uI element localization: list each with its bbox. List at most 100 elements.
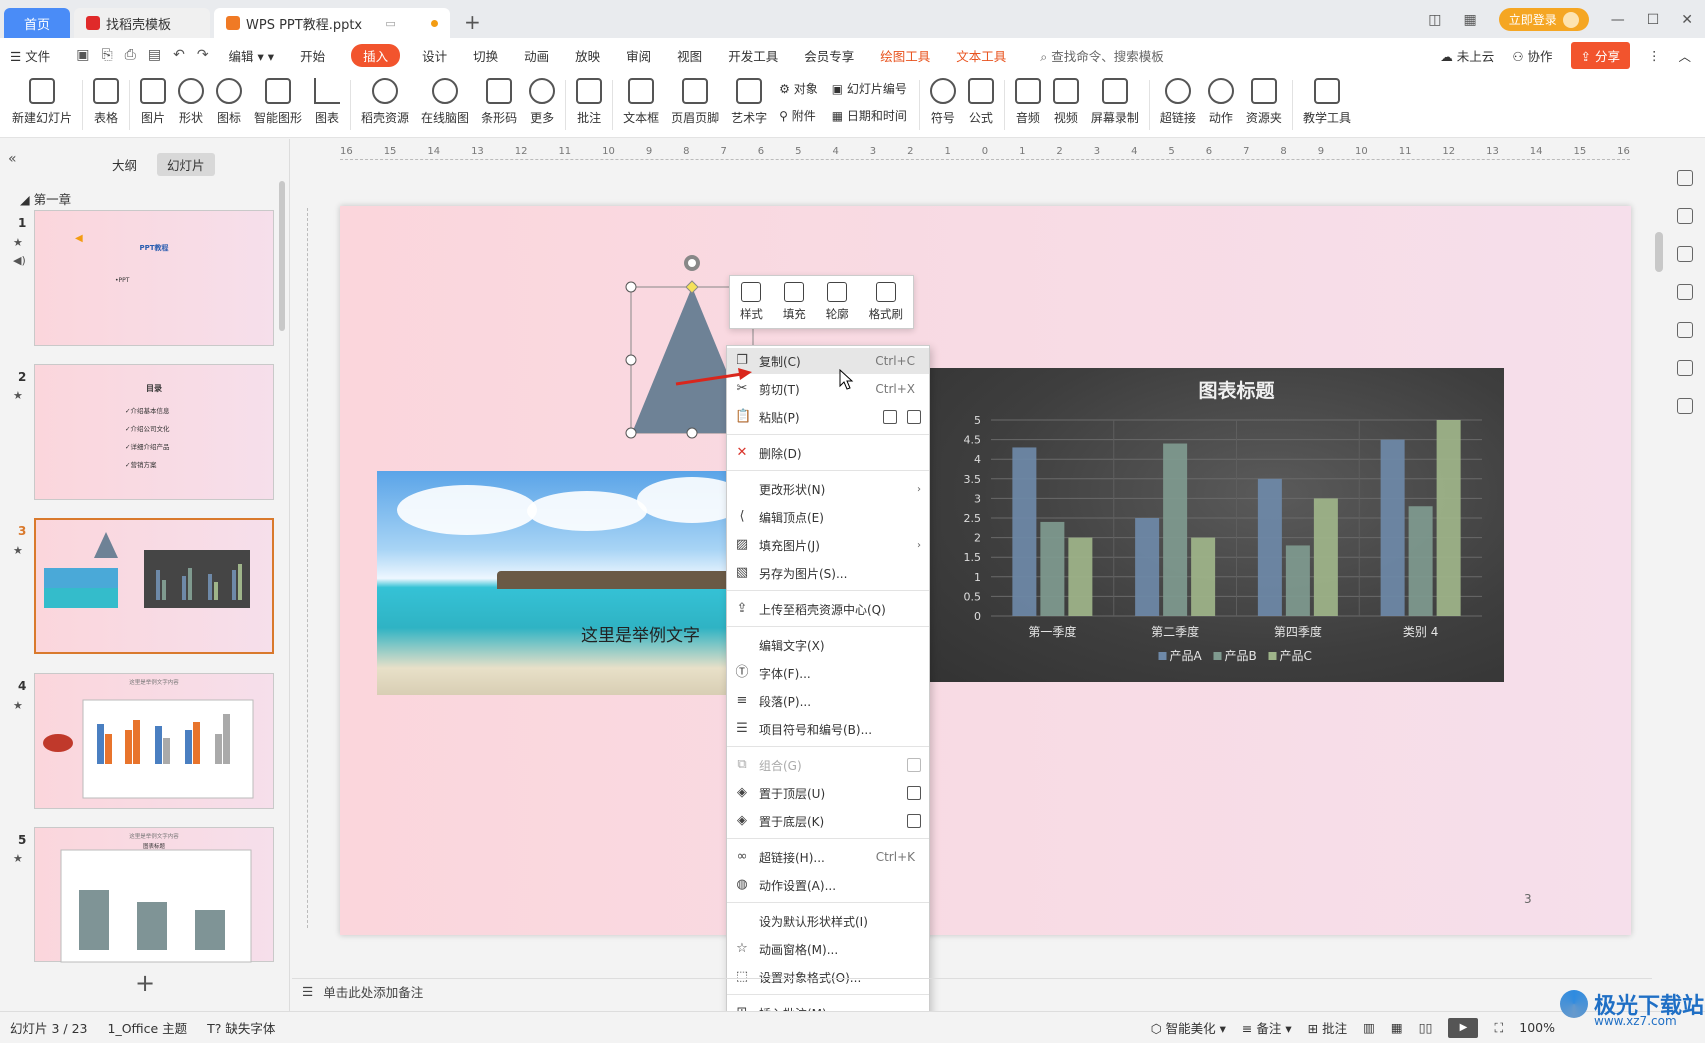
cloud-status[interactable]: ☁ 未上云 — [1440, 46, 1494, 65]
preview-icon[interactable]: ▤ — [148, 47, 161, 63]
chart[interactable]: 图表标题 0 0.5 1 1.5 2 2.5 3 3.5 4 4.5 5 第一季度 第二季度 第四季度 类别 … — [927, 368, 1504, 682]
slide-thumbnail-4[interactable]: 这里是举例文字内容 — [34, 673, 274, 809]
menu-slideshow[interactable]: 放映 — [575, 46, 600, 65]
slide-thumbnail-1[interactable]: ◀ PPT教程 •PPT — [34, 210, 274, 346]
menu-fill-picture[interactable]: ▨ 填充图片(J) › — [727, 532, 929, 558]
slide-canvas[interactable]: 这里是举例文字 图表标题 0 0.5 1 1.5 2 2.5 3 3.5 4 4.5 5 第一季度 第二季… — [340, 206, 1631, 935]
normal-view-icon[interactable]: ▥ — [1363, 1020, 1375, 1035]
command-search[interactable]: ⌕ 查找命令、搜索模板 — [1040, 46, 1164, 65]
reading-view-icon[interactable]: ▯▯ — [1419, 1020, 1433, 1035]
notes-toggle-button[interactable]: ≡ 备注 ▾ — [1242, 1018, 1292, 1037]
wordart-button[interactable]: 艺术字 — [731, 78, 767, 126]
resize-handle[interactable] — [625, 354, 637, 366]
location-icon[interactable] — [1677, 360, 1693, 376]
chart-button[interactable]: 图表 — [314, 78, 341, 126]
paste-format-icon[interactable] — [883, 410, 897, 424]
menu-edit-points[interactable]: ⟨ 编辑顶点(E) — [727, 504, 929, 530]
menu-save-as-picture[interactable]: ▧ 另存为图片(S)... — [727, 560, 929, 586]
beach-photo[interactable] — [377, 471, 757, 695]
copy-slide-icon[interactable] — [1677, 284, 1693, 300]
docer-resource-button[interactable]: 稻壳资源 — [361, 78, 409, 126]
menu-bring-front[interactable]: ◈ 置于顶层(U) — [727, 780, 929, 806]
teaching-tools-button[interactable]: 教学工具 — [1303, 78, 1351, 126]
notes-bar[interactable]: ☰ 单击此处添加备注 — [292, 978, 1652, 1004]
bring-front-quick-icon[interactable] — [907, 786, 921, 800]
panel-scrollbar[interactable] — [279, 181, 285, 331]
menu-view[interactable]: 视图 — [677, 46, 702, 65]
menu-member[interactable]: 会员专享 — [804, 46, 854, 65]
barcode-button[interactable]: 条形码 — [481, 78, 517, 126]
menu-hyperlink[interactable]: ∞ 超链接(H)... Ctrl+K — [727, 844, 929, 870]
tab-slides[interactable]: 幻灯片 — [157, 153, 215, 176]
login-button[interactable]: 立即登录 — [1498, 8, 1589, 31]
menu-developer[interactable]: 开发工具 — [728, 46, 778, 65]
shape-button[interactable]: 形状 — [178, 78, 205, 126]
close-icon[interactable]: ✕ — [1681, 12, 1693, 28]
layout-icon[interactable]: ◫ — [1428, 12, 1441, 28]
date-time-button[interactable]: ▦ 日期和时间 — [832, 107, 907, 124]
export-icon[interactable]: ⎘ — [101, 47, 112, 63]
zoom-level[interactable]: 100% — [1519, 1020, 1555, 1035]
maximize-icon[interactable]: ☐ — [1647, 12, 1660, 28]
more-button[interactable]: 更多 — [529, 78, 556, 126]
menu-send-back[interactable]: ◈ 置于底层(K) — [727, 808, 929, 834]
symbol-button[interactable]: 符号 — [929, 78, 956, 126]
add-slide-icon[interactable]: + — [135, 969, 155, 997]
resource-folder-button[interactable]: 资源夹 — [1246, 78, 1282, 126]
adjust-handle-icon[interactable] — [685, 280, 699, 294]
slide-thumbnail-3[interactable] — [34, 518, 274, 654]
screen-record-button[interactable]: 屏幕录制 — [1091, 78, 1139, 126]
minimize-icon[interactable]: — — [1611, 12, 1625, 28]
fill-button[interactable]: 填充 — [783, 282, 806, 322]
image-panel-icon[interactable] — [1677, 322, 1693, 338]
menu-text-tools[interactable]: 文本工具 — [956, 46, 1006, 65]
rocket-icon[interactable] — [1677, 170, 1693, 186]
menu-paste[interactable]: 📋 粘贴(P) — [727, 404, 929, 430]
sliders-icon[interactable] — [1677, 208, 1693, 224]
tab-outline[interactable]: 大纲 — [102, 153, 147, 176]
format-painter-button[interactable]: 格式刷 — [869, 282, 903, 322]
collab-button[interactable]: ⚇ 协作 — [1512, 46, 1552, 65]
new-tab-plus-icon[interactable]: + — [464, 10, 481, 34]
comment-button[interactable]: 批注 — [576, 78, 603, 126]
chapter-heading[interactable]: ◢ 第一章 — [20, 189, 71, 208]
icon-button[interactable]: 图标 — [216, 78, 243, 126]
new-slide-button[interactable]: 新建幻灯片 — [12, 78, 72, 126]
monitor-icon[interactable]: ▭ — [385, 17, 395, 30]
canvas-scrollbar[interactable] — [1655, 232, 1663, 272]
apps-grid-icon[interactable]: ▦ — [1463, 12, 1476, 28]
menu-bullets[interactable]: ☰ 项目符号和编号(B)... — [727, 716, 929, 742]
sorter-view-icon[interactable]: ▦ — [1391, 1020, 1403, 1035]
video-button[interactable]: 视频 — [1052, 78, 1079, 126]
textbox-button[interactable]: 文本框 — [623, 78, 659, 126]
resize-handle[interactable] — [625, 281, 637, 293]
menu-design[interactable]: 设计 — [422, 46, 447, 65]
menu-action-settings[interactable]: ◍ 动作设置(A)... — [727, 872, 929, 898]
share-button[interactable]: ⇪ 分享 — [1570, 41, 1630, 69]
more-options-icon[interactable]: ⋮ — [1648, 48, 1661, 63]
slide-number-button[interactable]: ▣ 幻灯片编号 — [832, 80, 907, 97]
resize-handle[interactable] — [686, 427, 698, 439]
menu-edit-text[interactable]: 编辑文字(X) — [727, 632, 929, 658]
slide-thumbnail-2[interactable]: 目录 ✓介绍基本信息 ✓介绍公司文化 ✓详细介绍产品 ✓营销方案 — [34, 364, 274, 500]
slide-caption[interactable]: 这里是举例文字 — [581, 621, 700, 646]
menu-animation[interactable]: 动画 — [524, 46, 549, 65]
menu-font[interactable]: Ⓣ 字体(F)... — [727, 660, 929, 686]
smart-graphic-button[interactable]: 智能图形 — [254, 78, 302, 126]
outline-button[interactable]: 轮廓 — [826, 282, 849, 322]
send-back-quick-icon[interactable] — [907, 814, 921, 828]
collapse-panel-icon[interactable]: « — [8, 151, 17, 167]
print-icon[interactable]: ⎙ — [125, 47, 136, 63]
menu-paragraph[interactable]: ≡ 段落(P)... — [727, 688, 929, 714]
beautify-button[interactable]: ⬡ 智能美化 ▾ — [1151, 1018, 1226, 1037]
theme-name[interactable]: 1_Office 主题 — [108, 1018, 188, 1037]
paste-plain-icon[interactable] — [907, 410, 921, 424]
comment-toggle-button[interactable]: ⊞ 批注 — [1308, 1018, 1347, 1037]
menu-insert[interactable]: 插入 — [351, 43, 401, 67]
hyperlink-button[interactable]: 超链接 — [1160, 78, 1196, 126]
missing-font-button[interactable]: T? 缺失字体 — [207, 1018, 275, 1037]
menu-upload[interactable]: ⇪ 上传至稻壳资源中心(Q) — [727, 596, 929, 622]
pin-icon[interactable] — [1677, 246, 1693, 262]
attachment-button[interactable]: ⚲ 附件 — [779, 107, 818, 124]
tab-template[interactable]: 找稻壳模板 — [74, 8, 210, 38]
